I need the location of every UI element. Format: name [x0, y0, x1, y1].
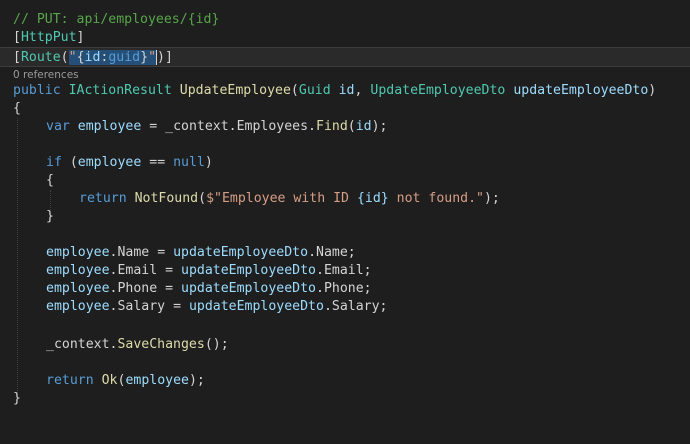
assign-rhs-prop: Name: [316, 245, 348, 260]
assign-rhs: updateEmployeeDto: [181, 281, 316, 296]
code-line-assign-email[interactable]: employee.Email = updateEmployeeDto.Email…: [0, 262, 690, 280]
method-notfound: NotFound: [134, 191, 199, 206]
method-find: Find: [316, 119, 348, 134]
assign-rhs: updateEmployeeDto: [181, 263, 316, 278]
keyword-if: if: [46, 155, 62, 170]
string-part-b: not found.": [388, 191, 484, 206]
assign-lhs: employee: [46, 263, 110, 278]
attribute-httpput: HttpPut: [20, 30, 77, 45]
interpolation-id: {id}: [356, 191, 389, 206]
arg-id: id: [355, 119, 372, 134]
assign-rhs-prop: Salary: [331, 299, 380, 314]
param-dto: updateEmployeeDto: [513, 83, 649, 98]
code-line-assign-salary[interactable]: employee.Salary = updateEmployeeDto.Sala…: [0, 298, 690, 316]
context-object: _context.: [46, 337, 118, 352]
param-id: id: [338, 83, 355, 98]
method-savechanges: SaveChanges: [117, 337, 205, 352]
comment: // PUT: api/employees/{id}: [13, 12, 220, 27]
code-line-assign-name[interactable]: employee.Name = updateEmployeeDto.Name;: [0, 244, 690, 262]
method-ok: Ok: [101, 373, 118, 388]
method-name: UpdateEmployee: [179, 83, 291, 98]
keyword-var: var: [46, 119, 70, 134]
assign-lhs: employee: [46, 281, 110, 296]
code-line-current[interactable]: [Route("{id:guid}")]: [0, 47, 690, 67]
code-line-if[interactable]: if (employee == null): [0, 154, 690, 172]
code-line-return-notfound[interactable]: return NotFound($"Employee with ID {id} …: [0, 190, 690, 208]
code-line-signature[interactable]: public IActionResult UpdateEmployee(Guid…: [0, 82, 690, 100]
arg-employee: employee: [125, 373, 189, 388]
string-part-a: $"Employee with ID: [206, 191, 357, 206]
code-editor[interactable]: // PUT: api/employees/{id} [HttpPut] [Ro…: [0, 0, 690, 419]
var-employee: employee: [77, 119, 142, 134]
code-line-close-brace[interactable]: }: [0, 390, 690, 408]
keyword-null: null: [173, 155, 205, 170]
code-line-find[interactable]: var employee = _context.Employees.Find(i…: [0, 118, 690, 136]
return-type: IActionResult: [68, 83, 172, 98]
code-line-assign-phone[interactable]: employee.Phone = updateEmployeeDto.Phone…: [0, 280, 690, 298]
assign-prop: Name: [117, 245, 150, 260]
assign-prop: Salary: [117, 299, 166, 314]
code-line-2[interactable]: [HttpPut]: [0, 29, 690, 47]
assign-rhs-prop: Phone: [323, 281, 364, 296]
code-line-savechanges[interactable]: _context.SaveChanges();: [0, 336, 690, 354]
code-line-if-open[interactable]: {: [0, 172, 690, 190]
keyword-public: public: [13, 83, 61, 98]
code-line-open-brace[interactable]: {: [0, 100, 690, 118]
code-line-return-ok[interactable]: return Ok(employee);: [0, 372, 690, 390]
codelens-references[interactable]: 0 references: [13, 68, 79, 82]
assign-rhs-prop: Email: [323, 263, 364, 278]
if-employee: employee: [77, 155, 142, 170]
assign-prop: Email: [117, 263, 158, 278]
context-employees: _context.Employees.: [165, 119, 316, 134]
assign-prop: Phone: [117, 281, 158, 296]
code-line-if-close[interactable]: }: [0, 208, 690, 226]
attribute-route: Route: [20, 50, 61, 65]
keyword-return: return: [46, 373, 94, 388]
assign-lhs: employee: [46, 245, 110, 260]
param-type-dto: UpdateEmployeeDto: [370, 83, 506, 98]
keyword-return: return: [79, 191, 127, 206]
assign-rhs: updateEmployeeDto: [173, 245, 309, 260]
param-type-guid: Guid: [298, 83, 331, 98]
code-line-1[interactable]: // PUT: api/employees/{id}: [0, 11, 690, 29]
route-argument: {id:guid}: [76, 50, 149, 65]
assign-lhs: employee: [46, 299, 110, 314]
assign-rhs: updateEmployeeDto: [188, 299, 324, 314]
